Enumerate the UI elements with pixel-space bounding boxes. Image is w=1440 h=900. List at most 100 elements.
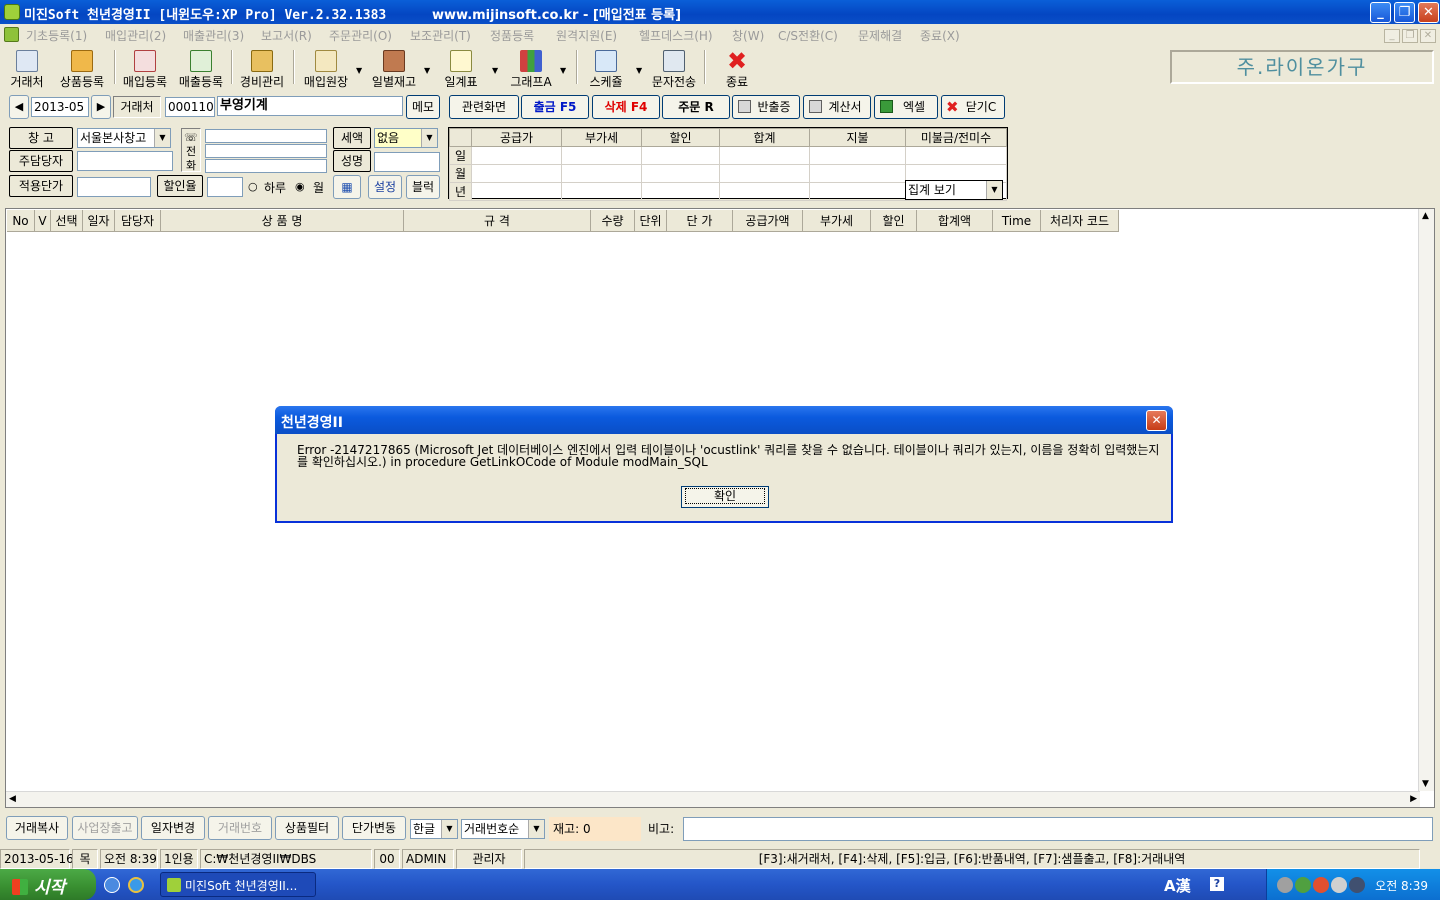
col-total[interactable]: 합계액 bbox=[917, 210, 993, 232]
tb-schedule[interactable]: 스케쥴 bbox=[584, 46, 628, 89]
col-discount[interactable]: 할인 bbox=[871, 210, 917, 232]
quicklaunch-icon[interactable] bbox=[104, 877, 120, 893]
lang-select[interactable]: 한글 ▼ bbox=[410, 819, 458, 839]
network-icon[interactable] bbox=[1349, 877, 1365, 893]
menu-register[interactable]: 정품등록 bbox=[490, 27, 534, 44]
task-app[interactable]: 미진Soft 천년경영II... bbox=[160, 872, 316, 897]
warehouse-select[interactable]: 서울본사창고 ▼ bbox=[77, 128, 171, 148]
tray-icon[interactable] bbox=[1277, 877, 1293, 893]
summary-view-select[interactable]: 집계 보기 ▼ bbox=[905, 180, 1003, 200]
tb-exit[interactable]: ✖ 종료 bbox=[716, 46, 758, 89]
menu-helpdesk[interactable]: 헬프데스크(H) bbox=[639, 27, 713, 44]
tb-sheet-dropdown-icon[interactable]: ▼ bbox=[492, 66, 498, 75]
menu-report[interactable]: 보고서(R) bbox=[261, 27, 312, 44]
tb-schedule-dropdown-icon[interactable]: ▼ bbox=[636, 66, 642, 75]
ie-icon[interactable] bbox=[128, 877, 144, 893]
help-icon[interactable]: ? bbox=[1210, 877, 1224, 891]
client-code-field[interactable]: 000110 bbox=[165, 97, 215, 117]
minimize-button[interactable]: _ bbox=[1370, 2, 1391, 23]
col-select[interactable]: 선택 bbox=[51, 210, 83, 232]
menu-cs[interactable]: C/S전환(C) bbox=[778, 27, 838, 44]
menu-window[interactable]: 창(W) bbox=[732, 27, 764, 44]
tax-select[interactable]: 없음 ▼ bbox=[374, 128, 438, 148]
memo-button[interactable]: 메모 bbox=[406, 95, 440, 119]
col-supply[interactable]: 공급가액 bbox=[733, 210, 803, 232]
tb-ledger[interactable]: 매입원장 bbox=[298, 46, 354, 89]
col-no[interactable]: No bbox=[7, 210, 35, 232]
col-product[interactable]: 상 품 명 bbox=[161, 210, 404, 232]
mdi-minimize-icon[interactable]: _ bbox=[1384, 29, 1400, 43]
order-button[interactable]: 주문 R bbox=[662, 95, 730, 119]
calc-icon-button[interactable]: ▦ bbox=[333, 175, 361, 199]
invoice-button[interactable]: 계산서 bbox=[803, 95, 871, 119]
product-filter-button[interactable]: 상품필터 bbox=[275, 816, 339, 840]
sort-select[interactable]: 거래번호순 ▼ bbox=[461, 819, 545, 839]
tb-expense[interactable]: 경비관리 bbox=[235, 46, 289, 89]
tb-graph[interactable]: 그래프A bbox=[506, 46, 556, 89]
menu-purchase[interactable]: 매입관리(2) bbox=[105, 27, 166, 44]
phone-field-2[interactable] bbox=[205, 144, 327, 158]
period-field[interactable]: 2013-05 bbox=[31, 97, 89, 117]
dialog-ok-button[interactable]: 확인 bbox=[681, 486, 769, 508]
tb-sales[interactable]: 매출등록 bbox=[174, 46, 228, 89]
tb-graph-dropdown-icon[interactable]: ▼ bbox=[560, 66, 566, 75]
horizontal-scrollbar[interactable]: ◀ ▶ bbox=[6, 791, 1420, 807]
phone-field-1[interactable] bbox=[205, 129, 327, 143]
name-field[interactable] bbox=[374, 152, 440, 172]
col-unit[interactable]: 단위 bbox=[635, 210, 667, 232]
menu-remote[interactable]: 원격지원(E) bbox=[556, 27, 617, 44]
month-radio[interactable]: ◉ bbox=[295, 180, 305, 193]
return-slip-button[interactable]: 반출증 bbox=[732, 95, 800, 119]
menu-order[interactable]: 주문관리(O) bbox=[329, 27, 392, 44]
col-manager[interactable]: 담당자 bbox=[115, 210, 161, 232]
tb-daily-stock[interactable]: 일별재고 bbox=[368, 46, 420, 89]
tray-icon[interactable] bbox=[1295, 877, 1311, 893]
menu-exit[interactable]: 종료(X) bbox=[920, 27, 960, 44]
tray-icon[interactable] bbox=[1313, 877, 1329, 893]
block-button[interactable]: 블럭 bbox=[406, 175, 440, 199]
tb-purchase[interactable]: 매입등록 bbox=[118, 46, 172, 89]
ime-indicator[interactable]: A漢 bbox=[1164, 875, 1191, 896]
col-time[interactable]: Time bbox=[993, 210, 1041, 232]
dialog-close-button[interactable]: ✕ bbox=[1146, 410, 1167, 431]
tb-ledger-dropdown-icon[interactable]: ▼ bbox=[356, 66, 362, 75]
tb-client[interactable]: 거래처 bbox=[6, 46, 48, 89]
price-field[interactable] bbox=[77, 177, 151, 197]
scroll-right-icon[interactable]: ▶ bbox=[1410, 794, 1417, 804]
tb-stock-dropdown-icon[interactable]: ▼ bbox=[424, 66, 430, 75]
excel-button[interactable]: 엑셀 bbox=[874, 95, 938, 119]
mdi-close-icon[interactable]: ✕ bbox=[1420, 29, 1436, 43]
maximize-button[interactable]: ❐ bbox=[1394, 2, 1415, 23]
col-operator[interactable]: 처리자 코드 bbox=[1041, 210, 1119, 232]
col-unit-price[interactable]: 단 가 bbox=[667, 210, 733, 232]
tb-product[interactable]: 상품등록 bbox=[56, 46, 108, 89]
col-v[interactable]: V bbox=[35, 210, 51, 232]
menu-basic[interactable]: 기초등록(1) bbox=[26, 27, 87, 44]
price-change-button[interactable]: 단가변동 bbox=[342, 816, 406, 840]
close-button[interactable]: ✕ bbox=[1418, 2, 1439, 23]
prev-period-button[interactable]: ◀ bbox=[9, 95, 29, 119]
day-radio[interactable]: ○ bbox=[248, 180, 258, 193]
mdi-restore-icon[interactable]: ❐ bbox=[1402, 29, 1418, 43]
start-button[interactable]: 시작 bbox=[0, 869, 96, 900]
col-spec[interactable]: 규 격 bbox=[404, 210, 591, 232]
menu-aux[interactable]: 보조관리(T) bbox=[410, 27, 471, 44]
client-name-field[interactable]: 부영기계 bbox=[217, 96, 403, 116]
speaker-icon[interactable] bbox=[1331, 877, 1347, 893]
col-qty[interactable]: 수량 bbox=[591, 210, 635, 232]
col-vat[interactable]: 부가세 bbox=[803, 210, 871, 232]
tb-daily-sheet[interactable]: 일계표 bbox=[440, 46, 482, 89]
withdraw-button[interactable]: 출금 F5 bbox=[521, 95, 589, 119]
phone-field-3[interactable] bbox=[205, 159, 327, 173]
copy-trade-button[interactable]: 거래복사 bbox=[6, 816, 68, 840]
close-form-button[interactable]: ✖ 닫기C bbox=[941, 95, 1005, 119]
tb-sms[interactable]: 문자전송 bbox=[648, 46, 700, 89]
trade-number-button[interactable]: 거래번호 bbox=[208, 816, 272, 840]
related-screen-button[interactable]: 관련화면 bbox=[449, 95, 519, 119]
discount-field[interactable] bbox=[207, 177, 243, 197]
site-ship-button[interactable]: 사업장출고 bbox=[72, 816, 138, 840]
next-period-button[interactable]: ▶ bbox=[91, 95, 111, 119]
scroll-up-icon[interactable]: ▲ bbox=[1422, 211, 1429, 221]
note-field[interactable] bbox=[683, 817, 1433, 841]
setting-button[interactable]: 설정 bbox=[368, 175, 402, 199]
